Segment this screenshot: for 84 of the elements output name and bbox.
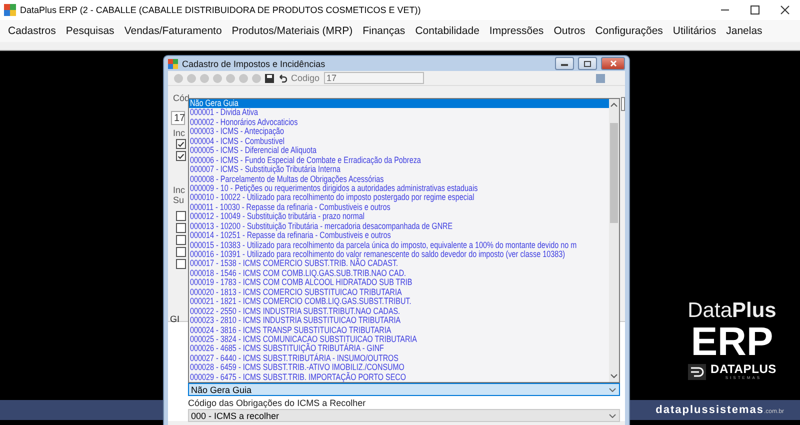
group-label: Inc [173,128,186,138]
field-label: Código das Obrigações do ICMS a Recolher [188,398,366,408]
group-label: Inc [173,185,186,195]
dropdown-option[interactable]: 000022 - 2550 - ICMS INDUSTRIA SUBST.TRIBUT.NAO CADAS. [189,306,609,316]
dropdown-option[interactable]: 000007 - ICMS - Substituição Tributária Interna [189,165,609,174]
checkbox[interactable] [176,139,186,149]
dropdown-option[interactable]: 000020 - 1813 - ICMS COMERCIO SUBSTITUICAO TRIBUTARIA [189,288,609,298]
field-label: Su [173,195,184,205]
dropdown-option[interactable]: 000025 - 3824 - ICMS COMUNICACAO SUBSTITUICAO TRIBUTARIA [189,334,609,344]
dropdown-option[interactable]: 000021 - 1821 - ICMS COMERCIO COMB.LIQ.GAS.SUBST.TRIBUT. [189,297,609,307]
checkbox[interactable] [176,235,186,245]
undo-icon[interactable] [278,74,287,82]
menu-item[interactable]: Janelas [721,25,768,37]
code-field[interactable]: 17 [324,72,424,84]
dropdown-option[interactable]: 000028 - 6459 - ICMS SUBST.TRIB.-ATIVO IMOBILIZ./CONSUMO [189,363,609,373]
dropdown-option[interactable]: 000004 - ICMS - Combustivel [189,136,609,146]
menu-item[interactable]: Pesquisas [60,25,120,37]
company-logo-icon [688,364,706,380]
menu-item[interactable]: Produtos/Materiais (MRP) [226,25,358,37]
maximize-icon [584,60,591,66]
dropdown-option[interactable]: 000019 - 1783 - ICMS COM COMB ALCOOL HIDRATADO SUB TRIB [189,278,609,288]
dropdown-option[interactable]: 000002 - Honorários Advocaticios [189,118,609,128]
product-name: ERP [690,323,774,361]
dropdown-option[interactable]: 000016 - 10391 - Utilizado para recolhimento do valor remanescente do saldo devedor do imposto (ver classe 10383) [189,250,609,260]
dropdown-option[interactable]: 000029 - 6475 - ICMS SUBST.TRIB. IMPORTAÇÃO PORTO SECO [189,372,609,382]
tab[interactable]: GI [170,314,180,324]
menu-item[interactable]: Cadastros [3,25,61,37]
checkbox[interactable] [176,247,186,257]
dropdown-option[interactable]: 000017 - 1538 - ICMS COMERCIO SUBST.TRIB. NÃO CADAST. [189,259,609,269]
minimize-icon [561,62,568,66]
dropdown-option[interactable]: 000001 - Divida Ativa [189,108,609,118]
menu-item[interactable]: Outros [548,25,590,37]
menu-item[interactable]: Vendas/Faturamento [119,25,227,37]
close-button[interactable] [601,57,625,70]
dropdown-option[interactable]: 000009 - 10 - Petições ou requerimentos dirigidos a autoridades administrativas estaduais [189,184,609,194]
checkbox[interactable] [176,223,186,233]
code-field[interactable]: 17 [171,111,185,125]
maximize-icon[interactable] [750,5,760,15]
close-icon [610,60,616,67]
dropdown-option[interactable]: 000014 - 10251 - Repasse da refinaria - Combustiveis e outros [189,231,609,241]
dropdown-option[interactable]: 000023 - 2810 - ICMS INDUSTRIA SUBSTITUICAO TRIBUTARIA [189,316,609,326]
scrollbar[interactable] [609,99,619,382]
app-logo-icon [168,58,178,68]
menu-item[interactable]: Finanças [358,25,410,37]
scroll-down-icon[interactable] [610,372,618,380]
dropdown-option[interactable]: 000026 - 4685 - ICMS SUBSTITUIÇÃO TRIBUTÁRIA - GINF [189,344,609,354]
scroll-thumb[interactable] [610,123,618,223]
app-logo-icon [4,4,16,16]
obligation-dropdown[interactable]: 000 - ICMS a recolher [188,409,620,422]
dropdown-option[interactable]: 000005 - ICMS - Diferencial de Aliquota [189,146,609,156]
close-icon[interactable] [780,5,790,15]
save-icon[interactable] [265,74,274,82]
dropdown-option[interactable]: Não Gera Guia [189,99,609,108]
website-name: dataplussistemas [656,404,764,416]
dropdown-option[interactable]: 000012 - 10049 - Substituição tributária - prazo normal [189,212,609,222]
checkbox[interactable] [176,211,186,221]
menu-item[interactable]: Contabilidade [410,25,484,37]
dropdown-option[interactable]: 000006 - ICMS - Fundo Especial de Combate e Erradicação da Pobreza [189,156,609,166]
dropdown-option[interactable]: 000013 - 10200 - Substituição Tributária - mercadoria desacompanhada de GNRE [189,222,609,232]
dropdown-option[interactable]: 000003 - ICMS - Antecipação [189,127,609,137]
menu-item[interactable]: Configurações [590,25,668,37]
brand-name: DataPlus [688,299,776,323]
dropdown-option[interactable]: 000008 - Parcelamento de Multas de Obrigações Acessórias [189,174,609,184]
field-label[interactable]: Codigo [291,73,320,83]
window-title: DataPlus ERP (2 - CABALLE (CABALLE DISTRIBUIDORA DE PRODUTOS COSMETICOS E VET)) [20,5,421,15]
dropdown-option[interactable]: 000011 - 10030 - Repasse da refinaria - Combustiveis e outros [189,202,609,212]
checkbox[interactable] [176,151,186,161]
checkbox[interactable] [176,259,186,269]
dropdown-option[interactable]: 000024 - 3816 - ICMS TRANSP SUBSTITUICAO TRIBUTARIA [189,326,609,335]
company-name: DATAPLUS [710,363,776,375]
caret-icon [609,414,616,418]
menu-item[interactable]: Impressões [484,25,549,37]
dropdown-option[interactable]: 000018 - 1546 - ICMS COM COMB.LIQ.GAS.SUB.TRIB.NAO CAD. [189,268,609,278]
dropdown-option[interactable]: 000010 - 10022 - Utilizado para recolhimento do imposto postergado por regime especial [189,193,609,203]
dropdown-option[interactable]: 000027 - 6440 - ICMS SUBST.TRIBUTÁRIA - INSUMO/OUTROS [189,354,609,364]
guide-dropdown[interactable]: Não Gera Guia [188,383,620,396]
scroll-up-icon[interactable] [610,101,618,109]
text-field[interactable] [621,97,625,111]
menu-item[interactable]: Utilitários [668,25,722,37]
caret-icon [609,388,616,392]
dropdown-option[interactable]: 000015 - 10383 - Utilizado para recolhimento da parcela única do imposto, equivalente a 100% do montante devido no m [189,240,609,250]
minimize-button[interactable] [555,57,574,70]
maximize-button[interactable] [578,57,597,70]
dialog-title: Cadastro de Impostos e Incidências [182,58,326,68]
